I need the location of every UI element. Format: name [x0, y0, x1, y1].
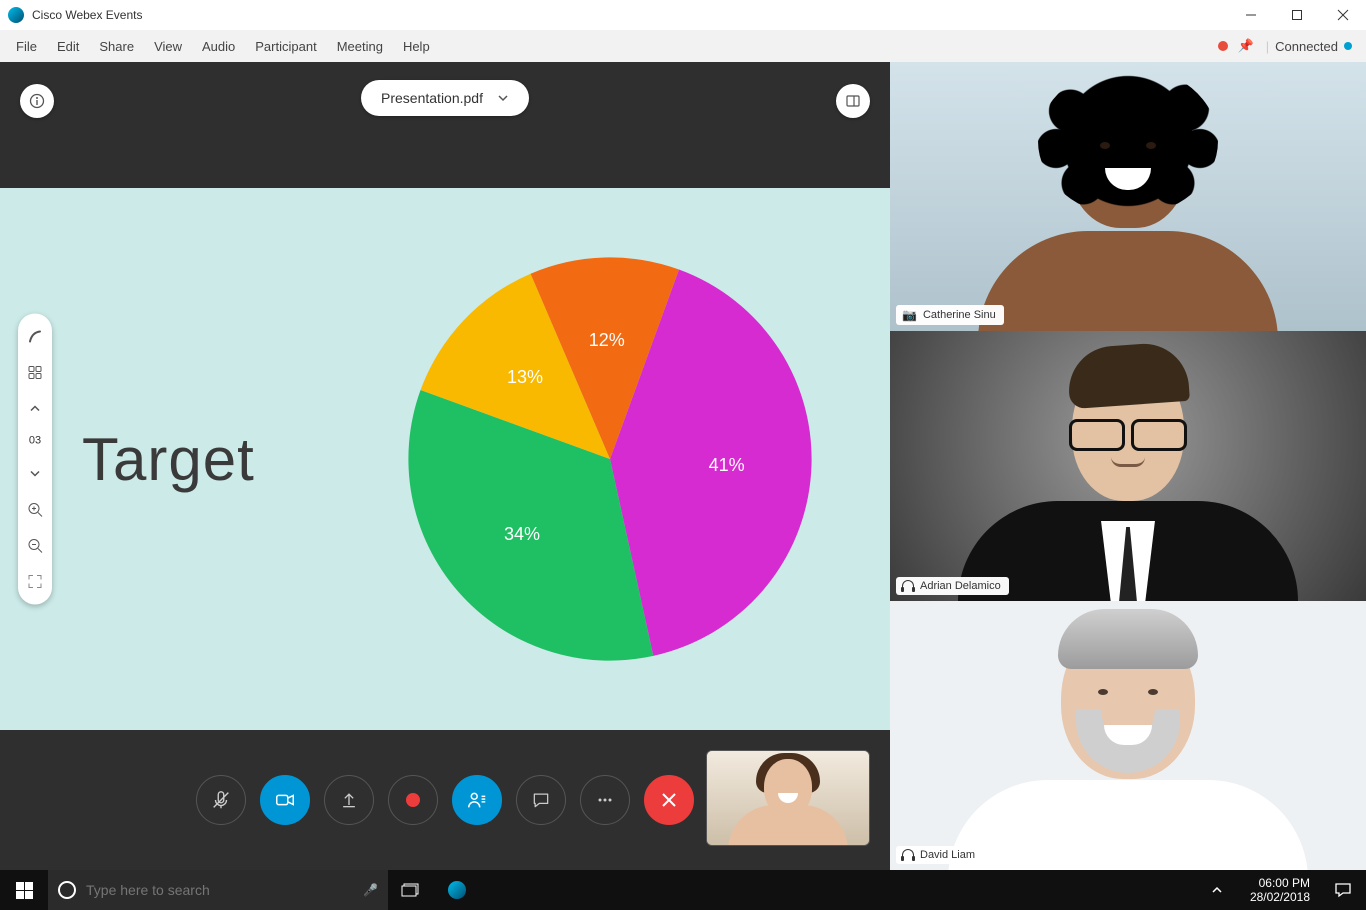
share-button[interactable] [324, 775, 374, 825]
menu-file[interactable]: File [6, 33, 47, 60]
recording-indicator-icon [1218, 41, 1228, 51]
fullscreen-button[interactable] [26, 573, 44, 591]
start-button[interactable] [0, 870, 48, 910]
pie-slice-label: 41% [709, 455, 745, 476]
record-button[interactable] [388, 775, 438, 825]
menubar: File Edit Share View Audio Participant M… [0, 30, 1366, 62]
participant-label: Adrian Delamico [896, 577, 1009, 595]
windows-taskbar: 🎤 06:00 PM 28/02/2018 [0, 870, 1366, 910]
minimize-button[interactable] [1228, 0, 1274, 30]
shared-slide: 03 Target 41% 34% 13% 12% [0, 188, 890, 730]
window-title: Cisco Webex Events [32, 8, 143, 22]
menu-meeting[interactable]: Meeting [327, 33, 393, 60]
pie-slice-label: 34% [504, 524, 540, 545]
participants-button[interactable] [452, 775, 502, 825]
zoom-out-button[interactable] [26, 537, 44, 555]
participant-label: David Liam [896, 846, 983, 864]
menu-edit[interactable]: Edit [47, 33, 89, 60]
close-button[interactable] [1320, 0, 1366, 30]
task-view-button[interactable] [388, 870, 434, 910]
slide-toolbar: 03 [18, 314, 52, 605]
presentation-header: Presentation.pdf [0, 62, 890, 188]
call-controls [0, 730, 890, 870]
pin-icon[interactable]: 📌 [1238, 38, 1254, 54]
action-center-icon[interactable] [1320, 870, 1366, 910]
menu-participant[interactable]: Participant [245, 33, 326, 60]
webex-logo-icon [8, 7, 24, 23]
chevron-down-icon [497, 92, 509, 104]
presentation-file-pill[interactable]: Presentation.pdf [361, 80, 529, 116]
participant-label: 📷 Catherine Sinu [896, 305, 1004, 325]
titlebar: Cisco Webex Events [0, 0, 1366, 30]
headset-icon [902, 849, 914, 861]
layout-button[interactable] [836, 84, 870, 118]
presentation-filename: Presentation.pdf [381, 90, 483, 106]
menu-share[interactable]: Share [89, 33, 144, 60]
search-input[interactable] [86, 882, 353, 898]
participant-tile[interactable]: Adrian Delamico [890, 331, 1366, 600]
menu-help[interactable]: Help [393, 33, 440, 60]
camera-icon: 📷 [902, 308, 917, 322]
slide-title: Target [82, 425, 255, 494]
end-call-button[interactable] [644, 775, 694, 825]
pie-chart: 41% 34% 13% 12% [400, 249, 820, 669]
info-button[interactable] [20, 84, 54, 118]
menu-audio[interactable]: Audio [192, 33, 245, 60]
zoom-in-button[interactable] [26, 501, 44, 519]
taskbar-webex-icon[interactable] [434, 870, 480, 910]
prev-slide-button[interactable] [26, 400, 44, 418]
mute-button[interactable] [196, 775, 246, 825]
cortana-icon [58, 881, 76, 899]
chat-button[interactable] [516, 775, 566, 825]
connection-status: Connected [1275, 39, 1338, 54]
thumbnails-icon[interactable] [26, 364, 44, 382]
participant-tile[interactable]: 📷 Catherine Sinu [890, 62, 1366, 331]
participants-panel: 📷 Catherine Sinu Adrian Delamico [890, 62, 1366, 870]
more-button[interactable] [580, 775, 630, 825]
mic-icon[interactable]: 🎤 [363, 883, 378, 897]
maximize-button[interactable] [1274, 0, 1320, 30]
menu-view[interactable]: View [144, 33, 192, 60]
connected-dot-icon [1344, 42, 1352, 50]
taskbar-search[interactable]: 🎤 [48, 870, 388, 910]
pie-slice-label: 12% [589, 330, 625, 351]
pie-slice-label: 13% [507, 367, 543, 388]
slide-counter: 03 [29, 436, 41, 447]
participant-tile[interactable]: David Liam [890, 601, 1366, 870]
windows-logo-icon [16, 882, 33, 899]
taskbar-clock[interactable]: 06:00 PM 28/02/2018 [1240, 876, 1320, 905]
video-button[interactable] [260, 775, 310, 825]
tray-chevron-icon[interactable] [1194, 870, 1240, 910]
annotate-icon[interactable] [26, 328, 44, 346]
self-view-thumbnail[interactable] [706, 750, 870, 846]
next-slide-button[interactable] [26, 465, 44, 483]
headset-icon [902, 580, 914, 592]
